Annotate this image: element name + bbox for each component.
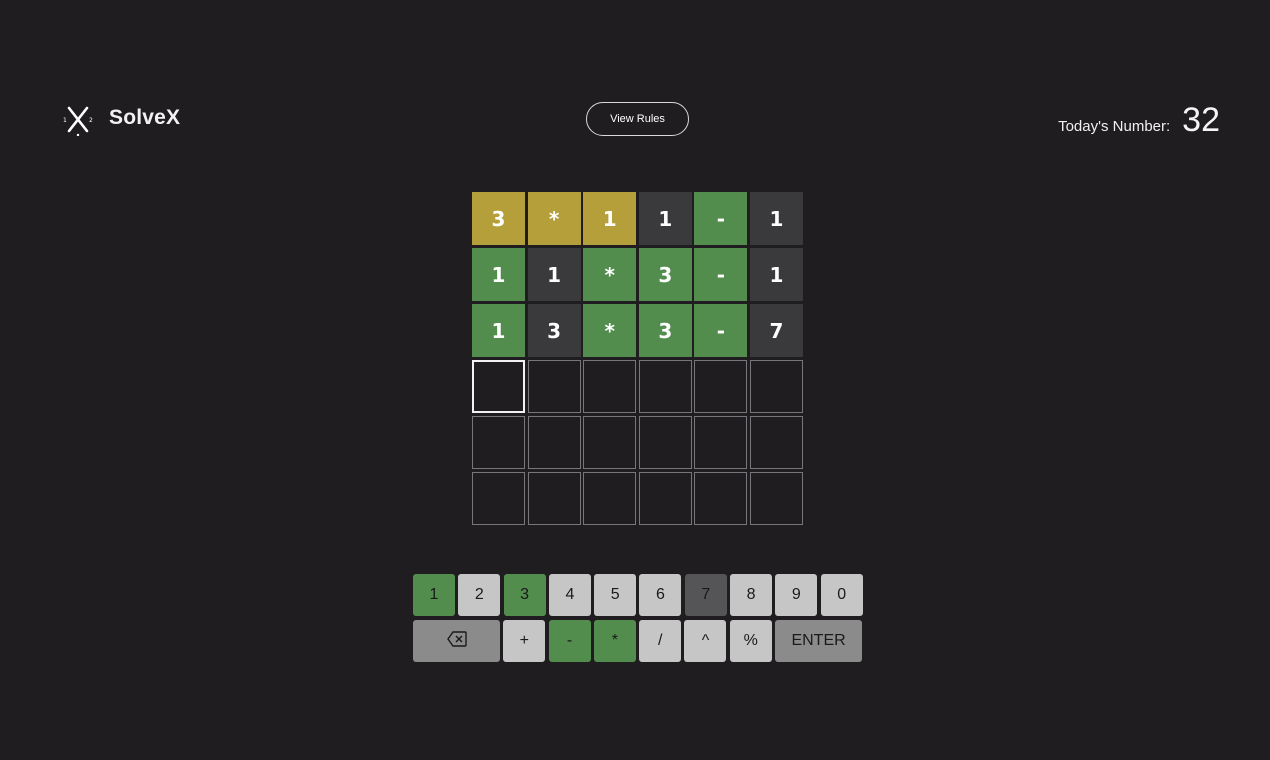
backspace-icon	[446, 630, 467, 652]
game-board: 3 * 1 1-1 1 1 * 3-1 1 3 * 3-7	[472, 192, 803, 525]
board-tile	[749, 472, 803, 525]
app-title: SolveX	[109, 106, 181, 129]
board-tile	[583, 416, 637, 469]
key-5[interactable]: 5	[594, 574, 637, 616]
svg-text:2: 2	[89, 117, 93, 124]
board-tile: 1	[583, 192, 637, 245]
svg-text:1: 1	[63, 117, 67, 124]
board-tile	[527, 360, 581, 413]
key-multiply[interactable]: *	[593, 620, 636, 662]
key-divide[interactable]: /	[639, 620, 682, 662]
board-tile	[694, 416, 748, 469]
key-0[interactable]: 0	[820, 574, 863, 616]
board-tile: 1	[472, 304, 525, 357]
board-tile	[694, 360, 748, 413]
todays-number-label: Today's Number:	[1058, 118, 1171, 135]
app-root: 1 2 SolveX View Rules Today's Number: 32…	[0, 0, 1270, 760]
board-tile: 3	[638, 248, 692, 301]
key-7[interactable]: 7	[684, 574, 727, 616]
board-tile: 1	[749, 192, 803, 245]
board-tile	[638, 472, 692, 525]
board-tile	[694, 472, 748, 525]
board-tile: -	[694, 248, 748, 301]
board-tile: 1	[527, 248, 581, 301]
board-tile: *	[527, 192, 581, 245]
board-tile	[638, 416, 692, 469]
board-tile: 1	[749, 248, 803, 301]
board-tile	[749, 360, 803, 413]
enter-key[interactable]: ENTER	[775, 620, 863, 662]
key-plus[interactable]: +	[503, 620, 546, 662]
key-1[interactable]: 1	[413, 574, 455, 616]
board-tile	[638, 360, 692, 413]
board-tile: 3	[638, 304, 692, 357]
board-tile	[527, 472, 581, 525]
board-tile: -	[694, 192, 748, 245]
on-screen-keyboard: 1 2 3 4 5 6 7 8 9 0 + - * / ^% ENTER	[413, 574, 863, 666]
todays-number: Today's Number: 32	[1058, 101, 1220, 140]
keyboard-row: 1234567890	[413, 574, 863, 616]
view-rules-button[interactable]: View Rules	[586, 102, 689, 136]
key-power[interactable]: ^	[684, 620, 727, 662]
todays-number-value: 32	[1182, 101, 1220, 139]
key-minus[interactable]: -	[548, 620, 591, 662]
board-tile	[472, 416, 525, 469]
board-tile	[583, 472, 637, 525]
board-tile: 7	[749, 304, 803, 357]
key-2[interactable]: 2	[458, 574, 501, 616]
key-4[interactable]: 4	[548, 574, 591, 616]
board-tile: 1	[638, 192, 692, 245]
board-tile: *	[583, 304, 637, 357]
board-tile	[472, 360, 525, 413]
key-8[interactable]: 8	[730, 574, 773, 616]
board-tile	[527, 416, 581, 469]
board-tile	[583, 360, 637, 413]
board-tile: 3	[527, 304, 581, 357]
solvex-logo-icon: 1 2	[62, 104, 94, 137]
board-tile	[749, 416, 803, 469]
board-tile: -	[694, 304, 748, 357]
key-6[interactable]: 6	[639, 574, 682, 616]
board-tile: 3	[472, 192, 525, 245]
keyboard-row: + - * / ^% ENTER	[413, 620, 863, 662]
key-percent[interactable]: %	[729, 620, 772, 662]
key-9[interactable]: 9	[775, 574, 818, 616]
board-tile	[472, 472, 525, 525]
board-tile: *	[583, 248, 637, 301]
board-tile: 1	[472, 248, 525, 301]
backspace-key[interactable]	[413, 620, 500, 662]
key-3[interactable]: 3	[503, 574, 546, 616]
